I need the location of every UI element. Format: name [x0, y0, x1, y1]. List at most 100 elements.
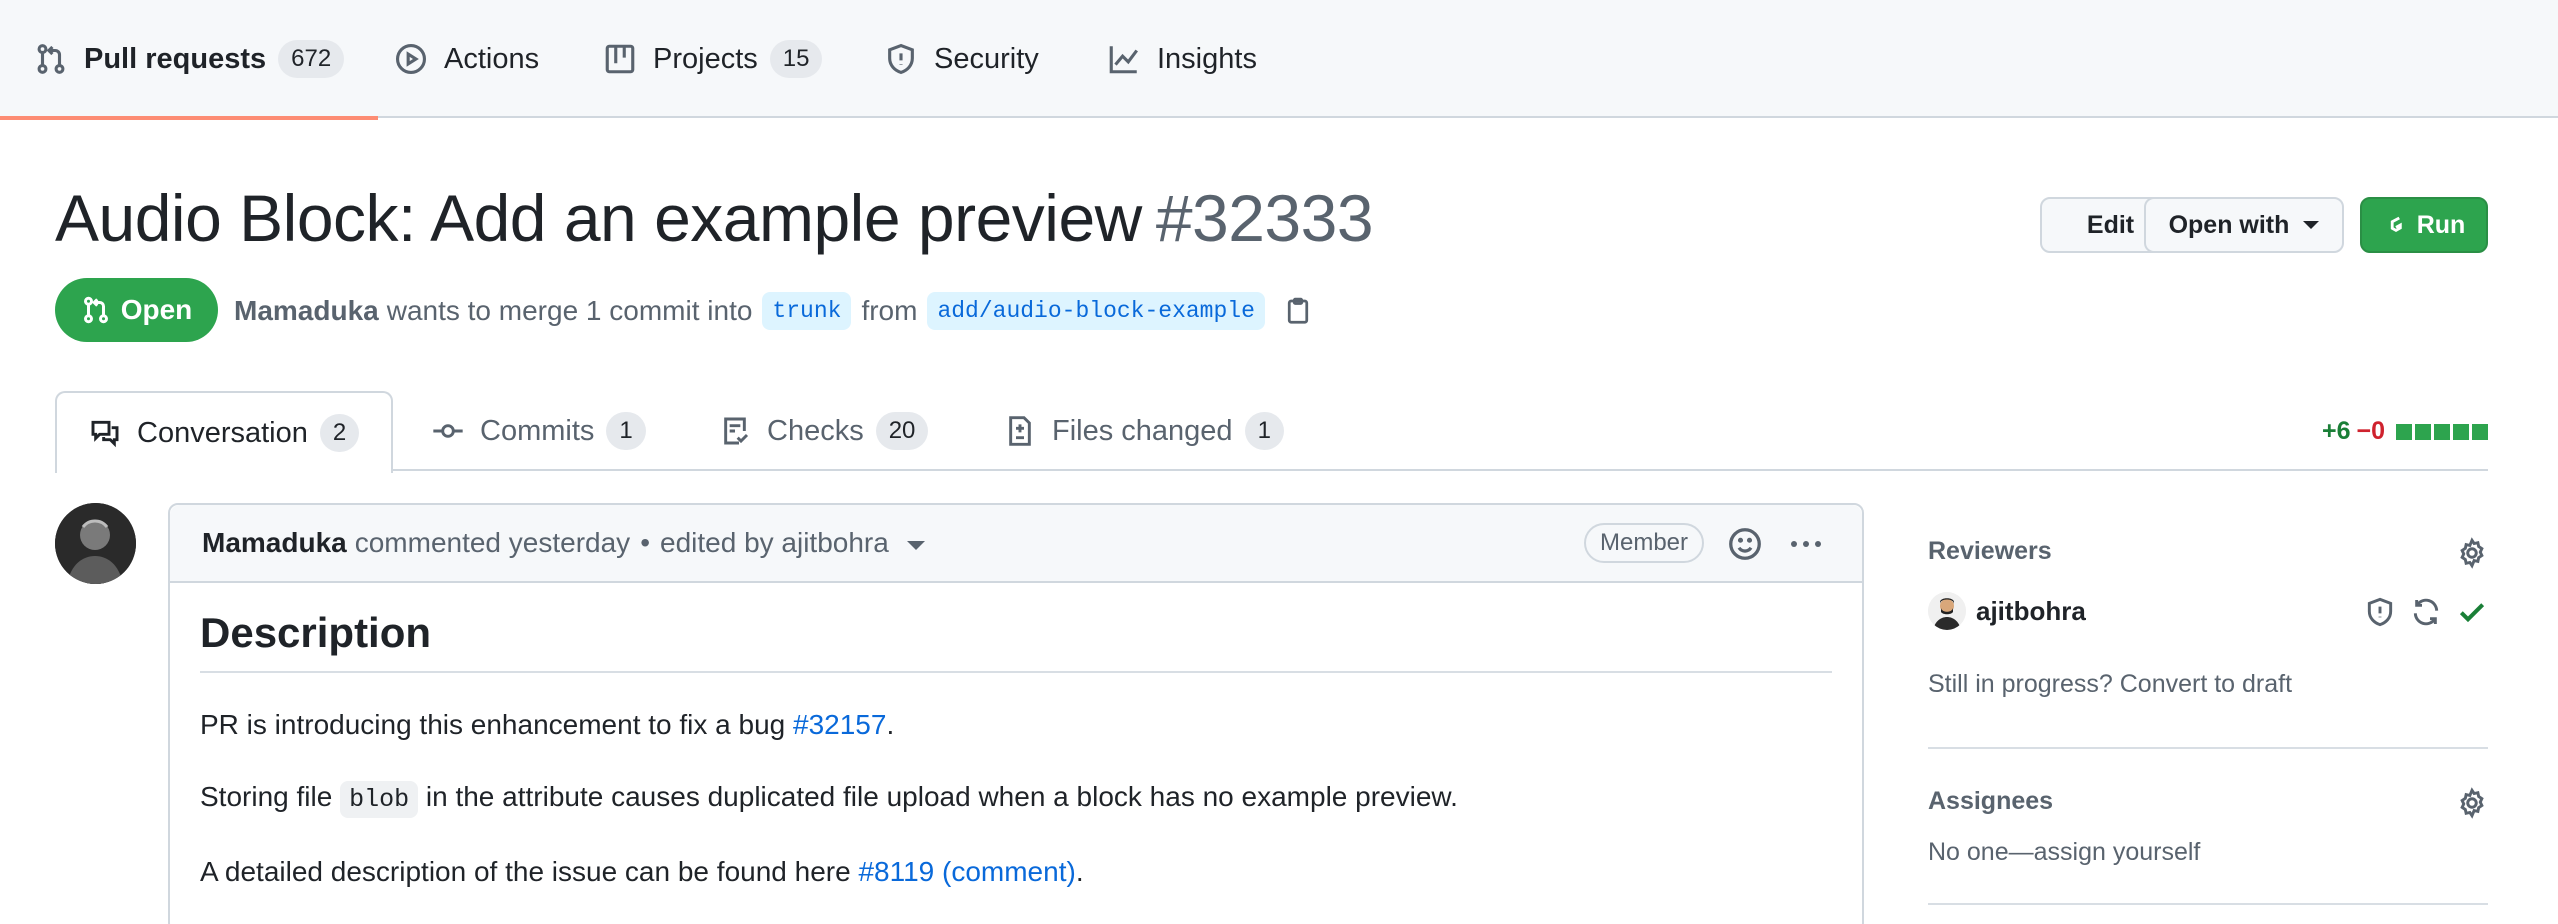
diffstat-block: [2472, 423, 2488, 440]
checklist-icon: [724, 417, 749, 445]
avatar-image: [55, 503, 136, 584]
diffstat-block: [2415, 423, 2431, 440]
reviewers-section: Reviewers ajitbohra Still in progress? C…: [1928, 503, 2488, 747]
nav-label: Pull requests: [84, 42, 267, 75]
open-with-button[interactable]: Open with: [2144, 197, 2344, 253]
table-icon: [605, 44, 635, 74]
shield-icon: [888, 43, 914, 75]
page-title: Audio Block: Add an example preview #3233…: [55, 180, 1374, 256]
edit-button-label: Edit: [2086, 210, 2135, 239]
run-button-label: Run: [2416, 210, 2466, 239]
pr-number: #32333: [1155, 181, 1374, 255]
diffstat-deletions: −0: [2356, 417, 2385, 445]
assignees-heading[interactable]: Assignees: [1928, 749, 2488, 816]
assign-yourself-link[interactable]: No one—assign yourself: [1928, 838, 2488, 867]
tab-counter: 2: [319, 414, 360, 452]
sidebar: Reviewers ajitbohra Still in progress? C…: [1928, 503, 2488, 905]
comment-action[interactable]: commented yesterday: [355, 527, 630, 559]
p1-text: PR is introducing this enhancement to fi…: [200, 709, 794, 740]
issue-link[interactable]: #32157: [793, 709, 886, 740]
file-diff-icon: [1009, 416, 1031, 446]
comment-box: Mamaduka commented yesterday • edited by…: [168, 503, 1864, 924]
role-badge-label: Member: [1600, 529, 1689, 556]
tab-label: Files changed: [1052, 414, 1233, 447]
comment-header: Mamaduka commented yesterday • edited by…: [170, 505, 1862, 583]
reviewer-row: ajitbohra: [1928, 592, 2488, 630]
diffstat-block: [2396, 423, 2412, 440]
shield-icon: [2367, 597, 2393, 627]
graph-icon: [1109, 46, 1138, 74]
reviewer-name[interactable]: ajitbohra: [1976, 596, 2086, 627]
avatar-image: [1928, 592, 1966, 630]
nav-counter: 15: [769, 40, 823, 78]
diffstat-additions: +6: [2321, 417, 2351, 445]
nav-label: Actions: [444, 42, 540, 75]
avatar[interactable]: [55, 503, 136, 584]
git-pull-request-icon: [37, 44, 65, 74]
chevron-down-icon[interactable]: [906, 540, 925, 550]
nav-pull-requests[interactable]: Pull requests 672: [0, 0, 379, 120]
pr-author-link[interactable]: Mamaduka: [234, 295, 379, 327]
sync-icon[interactable]: [2410, 596, 2442, 628]
p2-post: in the attribute causes duplicated file …: [418, 781, 1458, 812]
comment-body: Description PR is introducing this enhan…: [170, 583, 1862, 892]
nav-security[interactable]: Security: [884, 0, 1039, 118]
nav-projects[interactable]: Projects 15: [603, 0, 823, 118]
chevron-down-icon: [2303, 221, 2320, 229]
state-label: Open: [120, 294, 193, 325]
pr-tabs: Conversation 2 Commits 1 Checks 20 Files…: [55, 391, 2488, 473]
gear-icon[interactable]: [2456, 787, 2488, 819]
diffstat-block: [2453, 423, 2469, 440]
inline-code: blob: [340, 781, 419, 818]
nav-label: Projects: [653, 42, 758, 75]
nav-insights[interactable]: Insights: [1107, 0, 1257, 118]
base-branch[interactable]: trunk: [762, 292, 852, 330]
reviewer-actions: [2350, 596, 2488, 628]
pr-meta: Mamaduka wants to merge 1 commit into tr…: [234, 289, 1313, 333]
divider: [1928, 903, 2488, 905]
assignees-section: Assignees No one—assign yourself: [1928, 749, 2488, 903]
nav-counter: 672: [278, 40, 345, 78]
comment-heading: Description: [200, 609, 1832, 673]
role-badge: Member: [1584, 523, 1705, 563]
tab-checks[interactable]: Checks 20: [719, 391, 929, 471]
nav-label: Security: [934, 42, 1039, 75]
convert-to-draft-link[interactable]: Still in progress? Convert to draft: [1928, 670, 2488, 699]
tab-counter: 1: [606, 412, 646, 450]
gear-icon[interactable]: [2456, 537, 2488, 569]
comment-paragraph: Storing file blob in the attribute cause…: [200, 777, 1832, 820]
check-icon: [2459, 603, 2485, 623]
nav-actions[interactable]: Actions: [394, 0, 539, 118]
tab-commits[interactable]: Commits 1: [432, 391, 646, 471]
kebab-horizontal-icon[interactable]: [1788, 526, 1824, 562]
diffstat: +6 −0: [2322, 417, 2488, 446]
separator: •: [640, 527, 650, 558]
avatar[interactable]: [1928, 592, 1966, 630]
head-branch[interactable]: add/audio-block-example: [927, 292, 1265, 330]
p3-text: A detailed description of the issue can …: [200, 856, 859, 887]
p1-end: .: [886, 709, 895, 740]
p2-pre: Storing file: [200, 781, 341, 812]
git-commit-icon: [433, 424, 463, 438]
tab-label: Conversation: [137, 416, 308, 449]
comment-author[interactable]: Mamaduka: [202, 527, 347, 559]
comment-discussion-icon: [91, 420, 119, 448]
pr-title-text: Audio Block: Add an example preview: [55, 181, 1142, 255]
diffstat-block: [2434, 423, 2450, 440]
comment-link[interactable]: #8119 (comment): [858, 856, 1075, 887]
open-with-label: Open with: [2168, 210, 2290, 239]
tab-conversation[interactable]: Conversation 2: [55, 391, 394, 473]
nav-label: Insights: [1157, 42, 1257, 75]
copy-icon[interactable]: [1283, 296, 1313, 326]
tab-counter: 1: [1244, 412, 1284, 450]
gitpod-icon: [2390, 216, 2402, 233]
run-button[interactable]: Run: [2360, 197, 2488, 253]
comment-paragraph: PR is introducing this enhancement to fi…: [200, 705, 1832, 745]
reviewers-heading[interactable]: Reviewers: [1928, 503, 2488, 566]
smiley-icon[interactable]: [1727, 526, 1763, 562]
edited-by[interactable]: edited by ajitbohra: [660, 527, 889, 559]
repo-nav: Pull requests 672 Actions Projects 15 Se…: [0, 0, 2558, 120]
tab-files-changed[interactable]: Files changed 1: [1004, 391, 1284, 471]
play-icon: [395, 43, 427, 75]
merge-text: wants to merge 1 commit into: [386, 295, 753, 326]
